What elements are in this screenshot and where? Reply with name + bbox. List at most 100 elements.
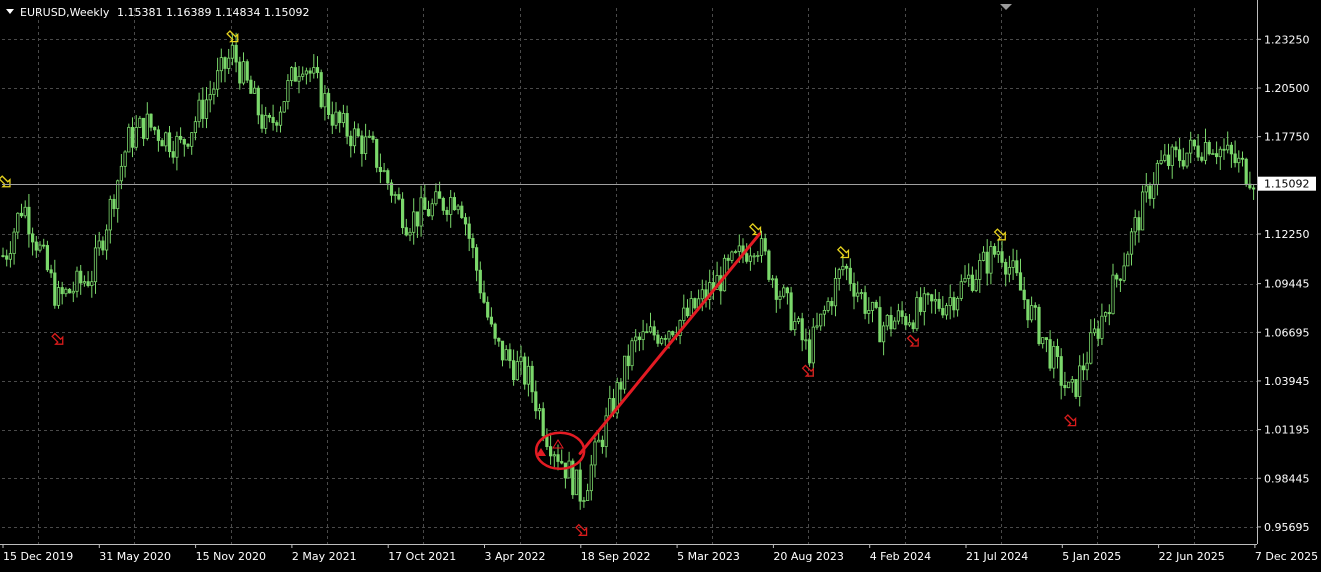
candle-body [452,197,457,211]
candle-body [1059,356,1063,386]
candle-body [497,337,501,342]
candle-body [112,198,116,210]
candle-body [652,326,656,336]
candle-body [408,231,412,236]
candle-body [404,227,408,236]
candle-body [1155,162,1159,185]
candle-body [301,73,305,77]
candle-body [574,469,579,496]
candle-body [323,93,327,108]
candle-body [297,75,301,82]
candle-body [56,287,61,306]
candle-body [175,135,179,158]
y-tick-label: 1.01195 [1264,424,1310,437]
candle-body [256,87,260,116]
candle [127,123,131,153]
candle-body [944,305,949,316]
candle-body [567,460,571,479]
candle-body [870,301,875,311]
candle-body [1030,305,1034,321]
candle-body [141,117,146,139]
candle-body [275,122,279,126]
chart-window[interactable]: 1.23250 1.20500 1.17750 1.15092 1.12250 1.094… [0,0,1321,568]
candle [282,101,286,113]
candle-body [1148,185,1152,199]
candle-body [252,87,257,94]
candle-body [278,111,283,126]
candle-body [1189,139,1193,154]
candle-body [1089,332,1093,364]
candle [375,138,379,173]
candle [326,88,331,120]
candle-body [289,67,294,81]
candle-body [393,194,397,196]
candle-body [330,114,334,126]
candle-body [449,197,453,215]
candle-body [556,454,560,462]
candle-body [1111,274,1115,315]
candle-body [985,251,989,274]
candle-body [1104,312,1108,317]
candle-body [60,287,64,295]
candle-body [27,206,31,235]
candle [1185,152,1189,169]
candle-body [963,277,967,283]
candle-body [630,340,634,367]
candle-body [249,79,253,94]
candle [319,69,323,109]
x-tick-label: 22 Jun 2025 [1159,550,1225,563]
candle-body [238,61,242,84]
candle-body [1174,146,1178,151]
candle-body [959,281,963,299]
y-tick-label: 0.95695 [1264,521,1310,534]
candle-body [941,308,945,316]
candle-body [560,461,564,464]
candle-body [53,272,57,306]
candle-body [1240,157,1245,160]
candle-body [822,309,827,315]
candle-body [212,88,216,95]
candle-body [1033,305,1037,308]
candle-body [426,209,431,217]
candle-body [508,349,512,362]
candle-body [1074,379,1078,397]
candle-body [993,246,997,255]
candle-body [1196,145,1200,158]
candle-body [371,135,375,140]
candle-body [19,212,24,217]
candle-body [75,270,79,292]
candle-body [893,320,897,330]
y-tick-label: 1.20500 [1264,82,1310,95]
candle-body [663,338,667,340]
candle [789,286,793,332]
candle-body [967,274,971,279]
candle-body [1,255,5,257]
candle-body [363,136,368,155]
candle-body [793,321,797,331]
price-chart[interactable]: 1.23250 1.20500 1.17750 1.15092 1.12250 1.094… [0,0,1321,568]
candle-body [1163,154,1167,161]
candle-body [512,360,516,381]
candle-body [1200,156,1204,161]
candle-body [763,238,767,252]
candle-body [1207,142,1211,155]
x-tick-label: 5 Mar 2023 [677,550,740,563]
candle-body [500,340,505,361]
candle-body [685,307,690,317]
candle-body [153,126,157,131]
candle-body [623,355,627,390]
candle-body [530,365,534,393]
candle-body [489,316,494,325]
candle-body [978,260,982,280]
candle-body [1122,265,1126,281]
candle-body [1170,146,1174,166]
candle-body [493,323,497,339]
candle-body [874,301,878,308]
candle-body [8,253,12,260]
candle-body [811,326,815,364]
candle-body [82,281,86,284]
x-tick-label: 21 Jul 2024 [966,550,1028,563]
candle-body [1159,160,1163,164]
candle-body [1026,299,1030,321]
y-tick-label: 1.23250 [1264,33,1310,46]
